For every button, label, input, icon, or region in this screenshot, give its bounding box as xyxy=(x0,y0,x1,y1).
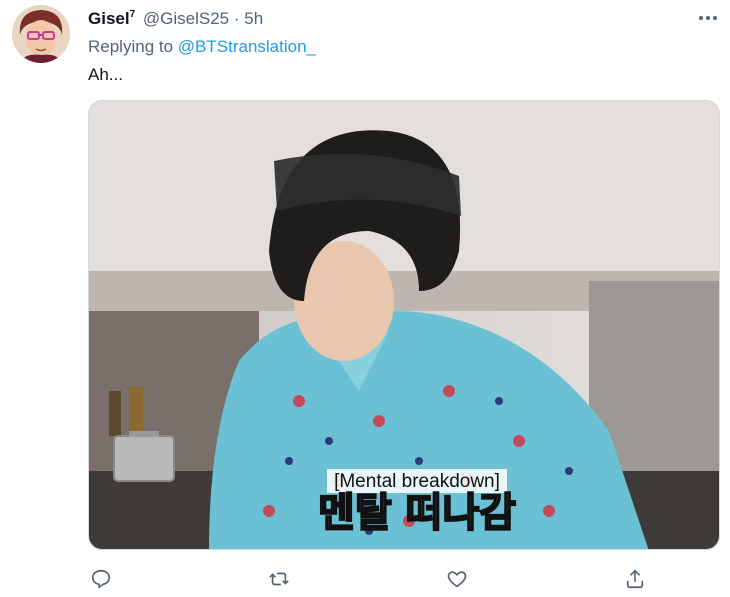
retweet-button[interactable] xyxy=(266,566,292,592)
avatar[interactable] xyxy=(12,5,70,63)
separator-dot: · xyxy=(233,9,240,28)
more-options-button[interactable] xyxy=(694,6,722,30)
heart-icon xyxy=(447,571,467,588)
like-button[interactable] xyxy=(444,566,470,592)
meme-image: [Mental breakdown] 멘탈 떠나감 xyxy=(89,101,719,549)
author-name[interactable]: Gisel xyxy=(88,9,130,28)
subtitle-english: [Mental breakdown] xyxy=(334,471,500,492)
share-button[interactable] xyxy=(622,566,648,592)
tweet-media-image[interactable]: [Mental breakdown] 멘탈 떠나감 xyxy=(88,100,720,550)
tweet-actions xyxy=(88,566,648,592)
avatar-illustration xyxy=(12,5,70,63)
tweet-text: Ah... xyxy=(88,65,123,84)
replying-handle-link[interactable]: @BTStranslation_ xyxy=(178,37,316,56)
author-handle[interactable]: @GiselS25 xyxy=(143,9,229,28)
author-superscript: 7 xyxy=(129,9,136,20)
tweet-timestamp[interactable]: 5h xyxy=(244,9,263,28)
retweet-icon xyxy=(269,572,289,586)
more-horizontal-icon xyxy=(699,16,717,20)
subtitle-korean: 멘탈 떠나감 xyxy=(318,490,516,536)
reply-button[interactable] xyxy=(88,566,114,592)
replying-to: Replying to @BTStranslation_ xyxy=(88,37,316,57)
replying-prefix: Replying to xyxy=(88,37,174,56)
tweet-header: Gisel7 @GiselS25 · 5h xyxy=(88,8,263,33)
reply-bubble-icon xyxy=(91,569,111,589)
share-upload-icon xyxy=(626,569,644,589)
